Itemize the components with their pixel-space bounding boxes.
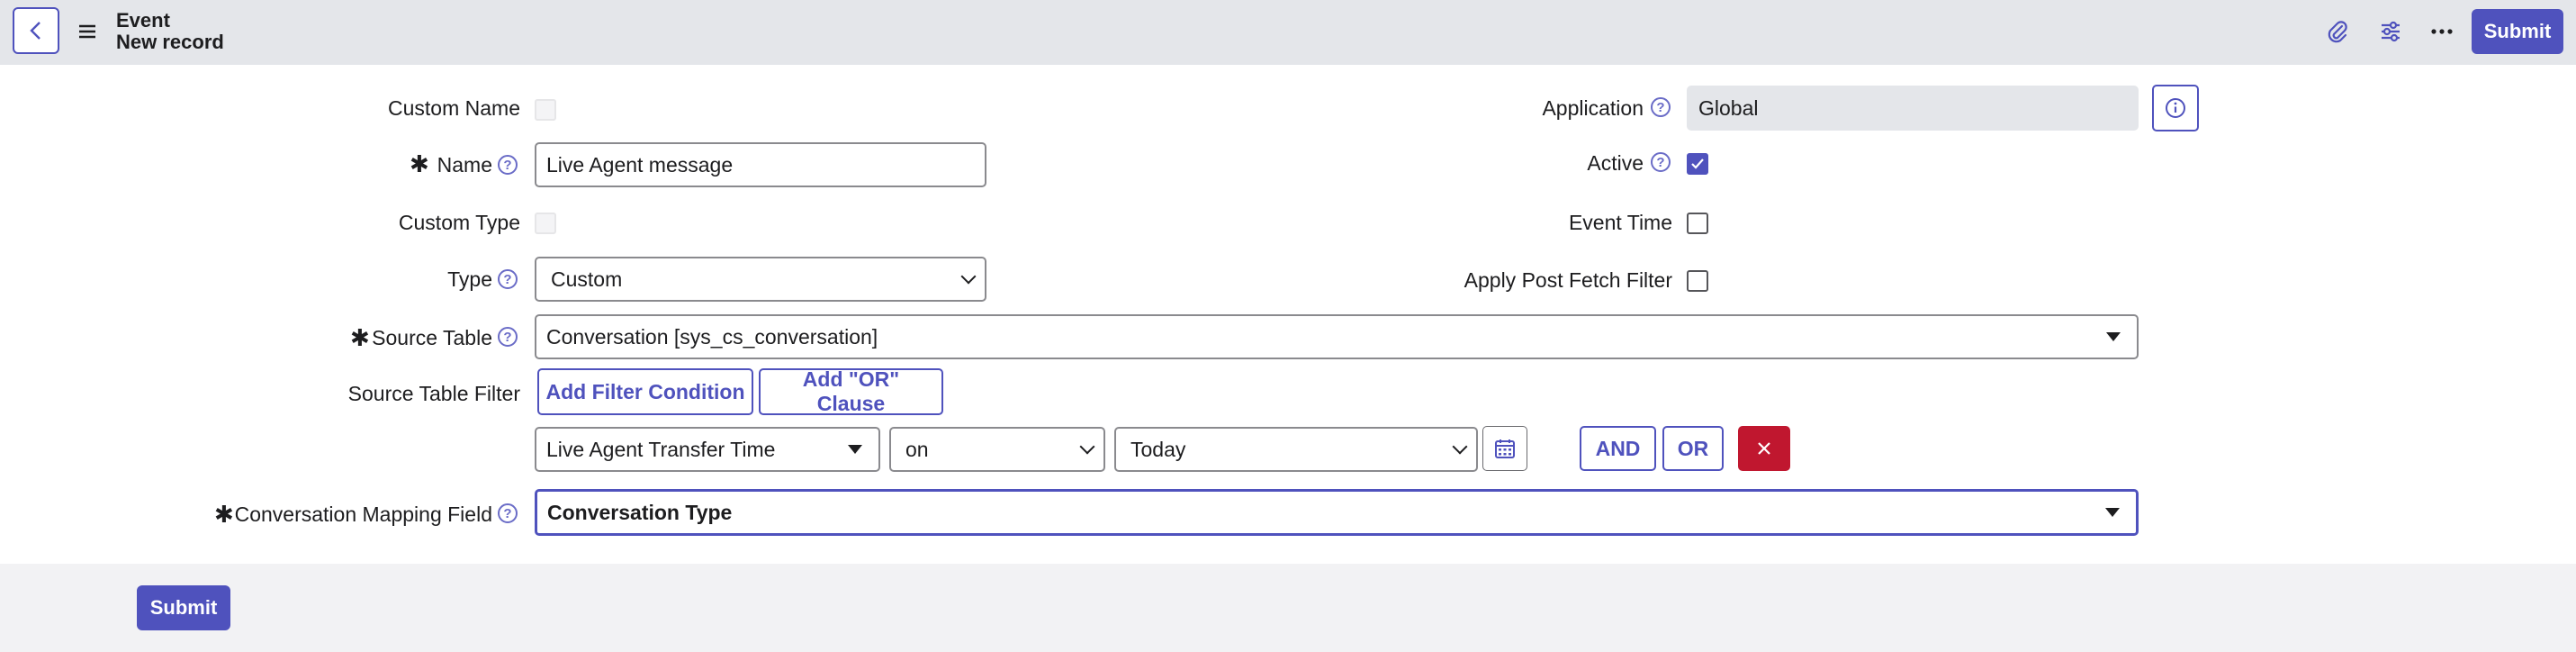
event-time-label: Event Time — [1568, 211, 1672, 234]
caret-down-icon — [2105, 508, 2120, 517]
application-label: Application — [1542, 96, 1644, 120]
application-value: Global — [1698, 95, 1759, 120]
form-footer — [0, 564, 2576, 652]
help-icon[interactable]: ? — [498, 155, 518, 175]
filter-date-value: Today — [1130, 437, 1186, 461]
event-time-checkbox[interactable] — [1687, 213, 1708, 234]
record-title: Event New record — [116, 10, 224, 53]
and-button[interactable]: AND — [1580, 426, 1656, 471]
chevron-down-icon — [1452, 439, 1468, 455]
custom-type-label: Custom Type — [398, 211, 520, 234]
type-select-value: Custom — [551, 267, 623, 291]
help-icon[interactable]: ? — [498, 269, 518, 289]
custom-name-checkbox — [535, 99, 556, 121]
custom-name-label: Custom Name — [388, 96, 520, 120]
attachment-icon[interactable] — [2322, 16, 2353, 47]
name-label: Name — [437, 153, 492, 177]
info-icon — [2166, 98, 2185, 118]
delete-condition-button[interactable] — [1738, 426, 1790, 471]
name-input-value: Live Agent message — [546, 152, 734, 177]
filter-operator-select[interactable]: on — [889, 427, 1105, 472]
page-subtitle: New record — [116, 31, 224, 53]
help-icon[interactable]: ? — [498, 327, 518, 347]
settings-sliders-icon[interactable] — [2375, 16, 2406, 47]
conversation-mapping-field-label: Conversation Mapping Field — [234, 503, 492, 526]
conversation-mapping-field-select[interactable]: Conversation Type — [535, 489, 2139, 536]
caret-down-icon — [2106, 332, 2121, 341]
filter-date-select[interactable]: Today — [1114, 427, 1478, 472]
filter-field-value: Live Agent Transfer Time — [546, 437, 776, 461]
checkmark-icon — [1691, 158, 1704, 169]
conversation-mapping-field-value: Conversation Type — [547, 500, 733, 524]
type-label: Type — [447, 267, 492, 291]
add-or-clause-button[interactable]: Add "OR" Clause — [759, 367, 943, 415]
application-field: Global — [1687, 86, 2139, 131]
calendar-icon — [1495, 439, 1515, 458]
name-input[interactable]: Live Agent message — [535, 142, 986, 187]
chevron-down-icon — [1079, 439, 1095, 455]
application-info-button[interactable] — [2152, 85, 2199, 131]
or-button[interactable]: OR — [1662, 426, 1724, 471]
more-options-icon[interactable] — [2427, 16, 2457, 47]
calendar-button[interactable] — [1482, 426, 1527, 471]
submit-button-bottom[interactable]: Submit — [137, 585, 230, 630]
filter-operator-value: on — [905, 437, 929, 461]
back-button[interactable] — [13, 7, 59, 54]
chevron-left-icon — [30, 22, 41, 40]
submit-button-top[interactable]: Submit — [2472, 9, 2563, 54]
apply-post-fetch-filter-checkbox[interactable] — [1687, 270, 1708, 292]
filter-field-select[interactable]: Live Agent Transfer Time — [535, 427, 880, 472]
close-icon — [1758, 442, 1770, 455]
help-icon[interactable]: ? — [498, 503, 518, 523]
source-table-select[interactable]: Conversation [sys_cs_conversation] — [535, 314, 2139, 359]
caret-down-icon — [848, 445, 862, 454]
help-icon[interactable]: ? — [1651, 97, 1671, 117]
active-checkbox[interactable] — [1687, 153, 1708, 175]
source-table-filter-label: Source Table Filter — [347, 382, 520, 405]
source-table-value: Conversation [sys_cs_conversation] — [546, 324, 878, 349]
required-icon: ✱ — [350, 324, 370, 351]
source-table-label: Source Table — [372, 326, 492, 349]
menu-icon[interactable] — [77, 22, 97, 41]
help-icon[interactable]: ? — [1651, 152, 1671, 172]
form-header: Event New record Submit — [0, 0, 2576, 65]
type-select[interactable]: Custom — [535, 257, 986, 302]
page-title: Event — [116, 9, 170, 32]
chevron-down-icon — [960, 268, 977, 285]
required-icon: ✱ — [214, 501, 234, 528]
required-icon: ✱ — [410, 150, 429, 177]
custom-type-checkbox — [535, 213, 556, 234]
active-label: Active — [1587, 151, 1644, 175]
add-filter-condition-button[interactable]: Add Filter Condition — [537, 368, 753, 415]
apply-post-fetch-filter-label: Apply Post Fetch Filter — [1464, 268, 1672, 292]
